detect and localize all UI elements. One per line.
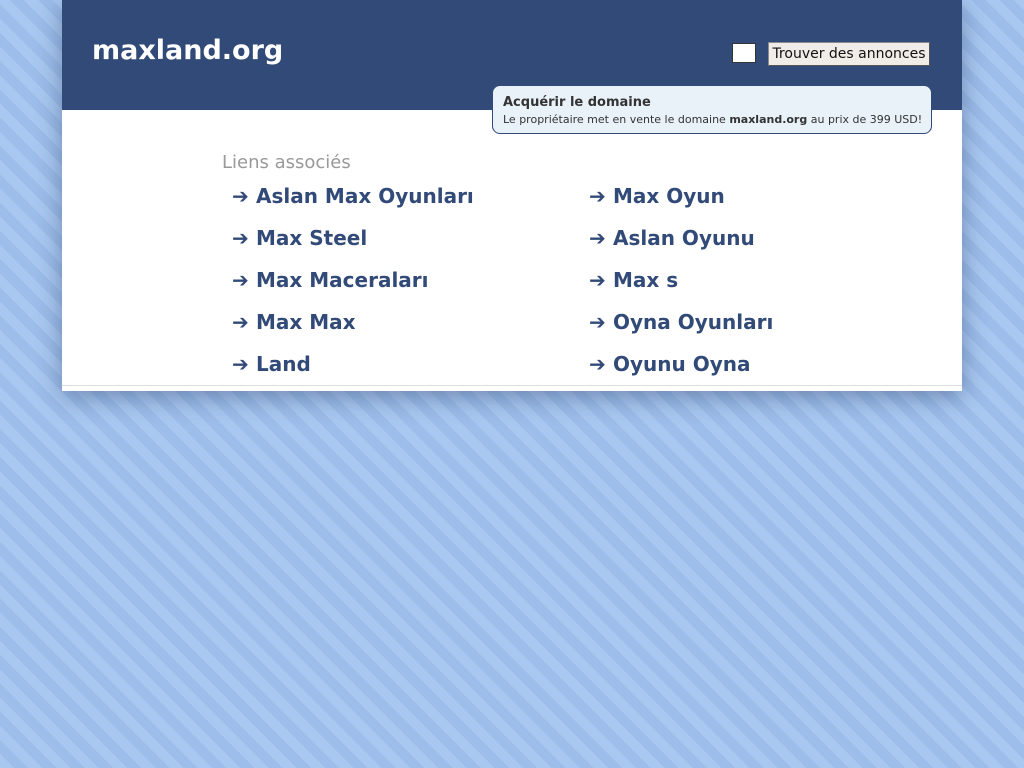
related-link-label: Land — [256, 352, 311, 376]
arrow-right-icon: ➔ — [589, 268, 606, 292]
sale-text-before: Le propriétaire met en vente le domaine — [503, 113, 730, 126]
sale-domain-name: maxland.org — [729, 113, 808, 126]
related-link-label: Max Oyun — [613, 184, 725, 208]
related-links-left-column: ➔ Aslan Max Oyunları ➔ Max Steel ➔ Max Mace… — [232, 180, 572, 390]
related-link[interactable]: ➔ Oyna Oyunları — [589, 306, 929, 348]
domain-sale-notice[interactable]: Acquérir le domaine Le propriétaire met … — [492, 85, 932, 134]
related-link[interactable]: ➔ Land — [232, 348, 572, 390]
related-link-label: Aslan Max Oyunları — [256, 184, 474, 208]
bottom-divider — [62, 385, 962, 386]
main-container: maxland.org Trouver des annonces Acquéri… — [62, 0, 962, 391]
related-link[interactable]: ➔ Max Oyun — [589, 180, 929, 222]
related-link[interactable]: ➔ Max Maceraları — [232, 264, 572, 306]
find-ads-button[interactable]: Trouver des annonces — [768, 42, 930, 66]
related-link-label: Max Steel — [256, 226, 368, 250]
arrow-right-icon: ➔ — [232, 184, 249, 208]
arrow-right-icon: ➔ — [589, 352, 606, 376]
related-link-label: Aslan Oyunu — [613, 226, 755, 250]
related-link[interactable]: ➔ Max Max — [232, 306, 572, 348]
related-link-label: Oyunu Oyna — [613, 352, 751, 376]
search-input[interactable] — [732, 43, 756, 63]
related-links-heading: Liens associés — [222, 152, 351, 173]
arrow-right-icon: ➔ — [589, 310, 606, 334]
sale-text-after: au prix de 399 USD! — [807, 113, 923, 126]
arrow-right-icon: ➔ — [232, 310, 249, 334]
related-link[interactable]: ➔ Oyunu Oyna — [589, 348, 929, 390]
related-link-label: Oyna Oyunları — [613, 310, 774, 334]
site-title: maxland.org — [92, 35, 284, 66]
sale-notice-text: Le propriétaire met en vente le domaine … — [503, 113, 923, 127]
related-link-label: Max Maceraları — [256, 268, 429, 292]
related-link[interactable]: ➔ Aslan Oyunu — [589, 222, 929, 264]
related-link-label: Max s — [613, 268, 679, 292]
related-link-label: Max Max — [256, 310, 356, 334]
arrow-right-icon: ➔ — [232, 268, 249, 292]
related-links-right-column: ➔ Max Oyun ➔ Aslan Oyunu ➔ Max s ➔ Oyna Oyun… — [589, 180, 929, 390]
arrow-right-icon: ➔ — [232, 226, 249, 250]
arrow-right-icon: ➔ — [589, 226, 606, 250]
sale-notice-title: Acquérir le domaine — [503, 95, 651, 110]
related-link[interactable]: ➔ Max Steel — [232, 222, 572, 264]
related-link[interactable]: ➔ Max s — [589, 264, 929, 306]
arrow-right-icon: ➔ — [589, 184, 606, 208]
related-link[interactable]: ➔ Aslan Max Oyunları — [232, 180, 572, 222]
arrow-right-icon: ➔ — [232, 352, 249, 376]
